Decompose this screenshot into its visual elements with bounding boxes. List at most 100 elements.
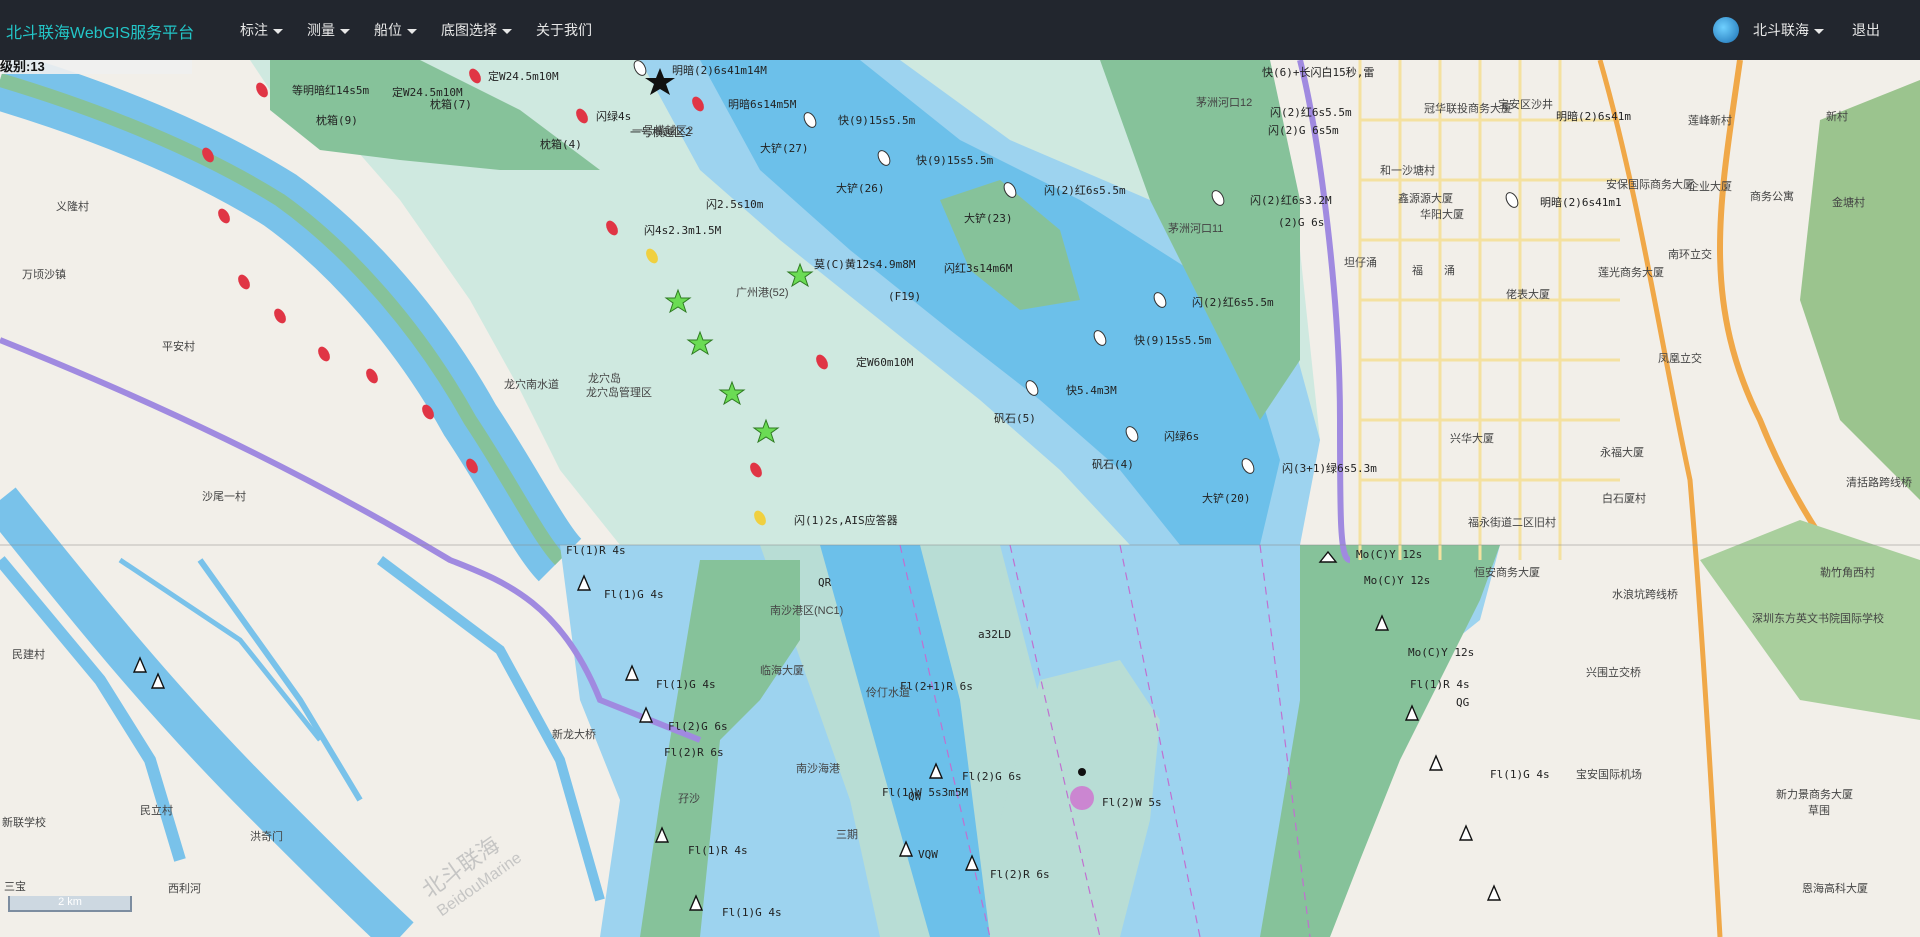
place-label: 深圳东方英文书院国际学校 [1752, 611, 1884, 625]
buoy-label: 闪(3+1)绿6s5.3m [1282, 461, 1377, 475]
buoy-label: Fl(1)G 4s [722, 906, 782, 919]
buoy-label: 闪(2)红6s5.5m [1044, 183, 1126, 197]
chevron-down-icon [273, 28, 283, 34]
nav-measure[interactable]: 测量 [295, 0, 362, 60]
nav-about[interactable]: 关于我们 [524, 0, 604, 60]
place-label: 安保国际商务大厦 [1606, 177, 1694, 191]
place-label: 新力景商务大厦 [1776, 787, 1853, 801]
place-label: 西利河 [168, 882, 201, 895]
top-navbar: 北斗联海WebGIS服务平台 标注 测量 船位 底图选择 关于我们 北斗联海 退… [0, 0, 1920, 60]
buoy-label: 闪绿6s [1164, 429, 1199, 443]
nav-basemap-label: 底图选择 [441, 22, 497, 38]
buoy-label: 枕箱(9) [316, 113, 358, 127]
buoy-label: 矾石(5) [994, 412, 1036, 425]
place-label: 民建村 [12, 647, 45, 661]
buoy-label: QR [818, 576, 832, 589]
place-label: 孖沙 [678, 792, 700, 805]
place-label: 商务公寓 [1750, 189, 1794, 203]
place-label: 龙穴岛 [588, 371, 621, 385]
place-label: 福永街道二区旧村 [1468, 515, 1556, 529]
nav-annotate[interactable]: 标注 [228, 0, 295, 60]
place-label: 茅洲河口11 [1168, 222, 1223, 235]
buoy-label: 闪(2)G 6s5m [1268, 123, 1339, 137]
buoy-label: 闪红3s14m6M [944, 261, 1013, 275]
place-label: 宝安国际机场 [1576, 767, 1642, 781]
buoy-label: Mo(C)Y 12s [1364, 574, 1430, 587]
buoy-label: Fl(1)G 4s [604, 588, 664, 601]
place-label: 新联学校 [2, 815, 46, 829]
buoy-label: Mo(C)Y 12s [1408, 646, 1474, 659]
buoy-label: 定W24.5m10M [392, 85, 463, 99]
nav-about-label: 关于我们 [536, 22, 592, 38]
buoy-label: Fl(2)W 5s [1102, 796, 1162, 809]
place-label: 水浪坑跨线桥 [1612, 587, 1678, 601]
place-label: 莲光商务大厦 [1598, 265, 1664, 279]
buoy-label: Fl(1)G 4s [1490, 768, 1550, 781]
place-label: 恒安商务大厦 [1474, 565, 1540, 579]
buoy-label: 快(9)15s5.5m [838, 114, 916, 127]
place-label: 三宝 [4, 879, 26, 893]
buoy-label: QW [908, 790, 922, 803]
place-label: 莲峰新村 [1688, 113, 1732, 127]
place-label: 三期 [836, 828, 858, 841]
chevron-down-icon [407, 28, 417, 34]
buoy-label: 闪(2)红6s5.5m [1270, 105, 1352, 119]
nav-measure-label: 测量 [307, 22, 335, 38]
buoy-label: 明暗6s14m5M [728, 97, 797, 111]
place-label: 新龙大桥 [552, 727, 596, 741]
place-label: 草围 [1808, 804, 1830, 817]
map-canvas[interactable]: 明暗(2)6s41m14M 明暗6s14m5M 等明暗红14s5m 定W24.5… [0, 60, 1920, 937]
user-area: 北斗联海 退出 [1713, 0, 1920, 60]
place-label: 南环立交 [1668, 247, 1712, 261]
buoy-label: 定W24.5m10M [488, 69, 559, 83]
place-label: 佬表大厦 [1506, 287, 1550, 301]
place-label: 万顷沙镇 [22, 267, 66, 281]
place-label: 洪奇门 [250, 829, 283, 843]
nav-annotate-label: 标注 [240, 22, 268, 38]
beacon-top-icon [1078, 768, 1086, 776]
place-label: 金塘村 [1832, 195, 1865, 209]
place-label: 伶仃水道 [866, 685, 910, 699]
buoy-label: 闪(1)2s,AIS应答器 [794, 513, 898, 527]
place-label: 坦仔涌 [1344, 255, 1377, 269]
place-label: 勒竹角西村 [1820, 565, 1875, 579]
nav-ship-position[interactable]: 船位 [362, 0, 429, 60]
buoy-label: 闪绿4s [596, 109, 631, 123]
buoy-label: 明暗(2)6s41m1 [1540, 195, 1622, 209]
place-label: 民立村 [140, 803, 173, 817]
buoy-label: 快(9)15s5.5m [916, 154, 994, 167]
buoy-label: 明暗(2)6s41m [1556, 109, 1631, 123]
avatar[interactable] [1713, 17, 1739, 43]
place-label: 恩海高科大厦 [1802, 881, 1868, 895]
buoy-label: Fl(2)G 6s [668, 720, 728, 733]
place-label: 龙穴南水道 [504, 377, 559, 391]
buoy-label: Fl(2)R 6s [990, 868, 1050, 881]
place-label: 兴围立交桥 [1586, 665, 1641, 679]
anchorage-marker-icon[interactable] [1070, 786, 1094, 810]
buoy-label: 定W60m10M [856, 355, 914, 369]
user-menu[interactable]: 北斗联海 [1753, 20, 1824, 40]
place-label: 临海大厦 [760, 663, 804, 677]
nav-basemap[interactable]: 底图选择 [429, 0, 524, 60]
place-label: 龙穴岛管理区 [586, 385, 652, 399]
logout-button[interactable]: 退出 [1852, 20, 1880, 40]
buoy-label: QG [1456, 696, 1469, 709]
place-label: 新村 [1826, 109, 1848, 123]
buoy-label: VQW [918, 848, 938, 861]
place-label: 福 [1412, 263, 1423, 277]
place-label: 企业大厦 [1688, 179, 1732, 193]
place-label: 南沙港区(NC1) [770, 604, 843, 617]
buoy-label: Fl(1)G 4s [656, 678, 716, 691]
buoy-label: 闪(2)红6s3.2M [1250, 193, 1332, 207]
buoy-label: 莫(C)黄12s4.9m8M [814, 257, 916, 271]
chart-svg[interactable]: 明暗(2)6s41m14M 明暗6s14m5M 等明暗红14s5m 定W24.5… [0, 60, 1920, 937]
place-label: 和一沙塘村 [1380, 163, 1435, 177]
place-label: 凤凰立交 [1658, 351, 1702, 365]
place-label: 兴华大厦 [1450, 431, 1494, 445]
app-title[interactable]: 北斗联海WebGIS服务平台 [6, 19, 194, 43]
buoy-label: 明暗(2)6s41m14M [672, 63, 767, 77]
place-label: 华阳大厦 [1420, 207, 1464, 221]
buoy-label: 等明暗红14s5m [292, 83, 369, 97]
buoy-label: 枕箱(4) [540, 137, 582, 151]
buoy-label: 大铲(26) [836, 181, 885, 195]
